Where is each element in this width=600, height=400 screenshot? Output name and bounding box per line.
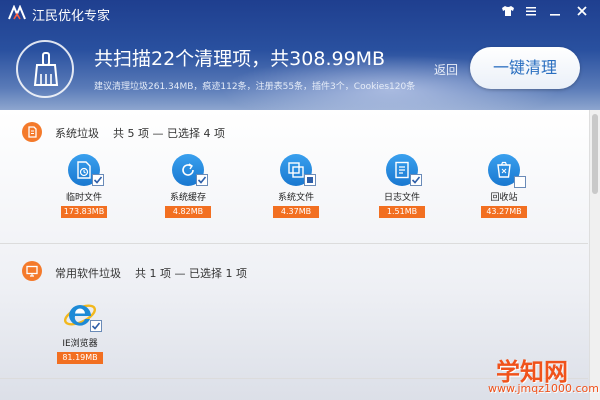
app-logo-icon <box>8 5 26 20</box>
trash-doc-icon <box>28 126 37 138</box>
section-name: 系统垃圾 <box>55 127 99 140</box>
item-label: 系统文件 <box>277 193 314 203</box>
section-count: 共 5 项 — 已选择 4 项 <box>113 127 225 140</box>
checkmark-icon <box>91 322 101 330</box>
section-name: 常用软件垃圾 <box>55 267 121 280</box>
section-count: 共 1 项 — 已选择 1 项 <box>135 267 247 280</box>
item-checkbox[interactable] <box>410 174 422 186</box>
windows-file-glyph <box>288 162 304 178</box>
scrollbar-thumb[interactable] <box>592 114 598 194</box>
system-junk-section-icon <box>22 122 42 142</box>
refresh-glyph <box>182 163 194 176</box>
minimize-icon <box>550 14 560 16</box>
item-system-cache[interactable]: 系统缓存 4.82MB <box>158 154 218 218</box>
software-junk-section-title: 常用软件垃圾 共 1 项 — 已选择 1 项 <box>55 265 247 281</box>
scan-summary: 共扫描22个清理项，共308.99MB <box>94 48 386 70</box>
item-recycle-bin[interactable]: 回收站 43.27MB <box>474 154 534 218</box>
partial-check-mark <box>307 177 313 183</box>
item-checkbox[interactable] <box>304 174 316 186</box>
one-click-clean-button[interactable]: 一键清理 <box>470 47 580 89</box>
log-file-glyph <box>395 161 409 179</box>
watermark-url: www.jmqz1000.com <box>488 382 599 395</box>
section-divider <box>0 243 588 244</box>
item-label: 日志文件 <box>383 193 420 203</box>
item-log-files[interactable]: 日志文件 1.51MB <box>372 154 432 218</box>
skin-button[interactable] <box>498 3 518 21</box>
close-icon <box>577 6 587 16</box>
item-checkbox[interactable] <box>90 320 102 332</box>
broom-badge <box>16 40 74 98</box>
clock-file-glyph <box>77 161 91 179</box>
site-watermark: 学知网 www.jmqz1000.com <box>478 352 600 400</box>
item-label: 系统缓存 <box>169 193 206 203</box>
title-bar: 江民优化专家 <box>0 0 600 26</box>
item-size-badge: 43.27MB <box>481 206 527 218</box>
menu-icon <box>526 7 536 16</box>
header-banner: 江民优化专家 共扫描22个清理项，共308.99MB 建议清理垃圾261.34M… <box>0 0 600 110</box>
system-junk-section-title: 系统垃圾 共 5 项 — 已选择 4 项 <box>55 125 225 141</box>
minimize-button[interactable] <box>545 3 565 21</box>
checkmark-icon <box>197 176 207 184</box>
item-size-badge: 1.51MB <box>379 206 425 218</box>
item-system-files[interactable]: 系统文件 4.37MB <box>266 154 326 218</box>
checkmark-icon <box>411 176 421 184</box>
item-checkbox[interactable] <box>514 176 526 188</box>
close-button[interactable] <box>572 3 592 21</box>
item-size-badge: 173.83MB <box>61 206 107 218</box>
shirt-icon <box>502 6 514 16</box>
item-size-badge: 4.37MB <box>273 206 319 218</box>
back-link[interactable]: 返回 <box>434 61 458 78</box>
item-label: 回收站 <box>490 193 518 203</box>
scan-details: 建议清理垃圾261.34MB，痕迹112条，注册表55条，插件3个，Cookie… <box>94 82 416 92</box>
item-size-badge: 81.19MB <box>57 352 103 364</box>
item-label: 临时文件 <box>65 193 102 203</box>
item-label: IE浏览器 <box>62 339 98 349</box>
recycle-bin-glyph <box>497 161 511 178</box>
broom-icon <box>33 52 59 86</box>
item-ie-browser[interactable]: IE浏览器 81.19MB <box>50 298 110 364</box>
software-junk-section-icon <box>22 261 42 281</box>
app-title: 江民优化专家 <box>32 9 111 24</box>
item-size-badge: 4.82MB <box>165 206 211 218</box>
checkmark-icon <box>93 176 103 184</box>
item-temp-files[interactable]: 临时文件 173.83MB <box>54 154 114 218</box>
item-checkbox[interactable] <box>92 174 104 186</box>
item-checkbox[interactable] <box>196 174 208 186</box>
monitor-icon <box>26 265 38 277</box>
menu-button[interactable] <box>521 3 541 21</box>
